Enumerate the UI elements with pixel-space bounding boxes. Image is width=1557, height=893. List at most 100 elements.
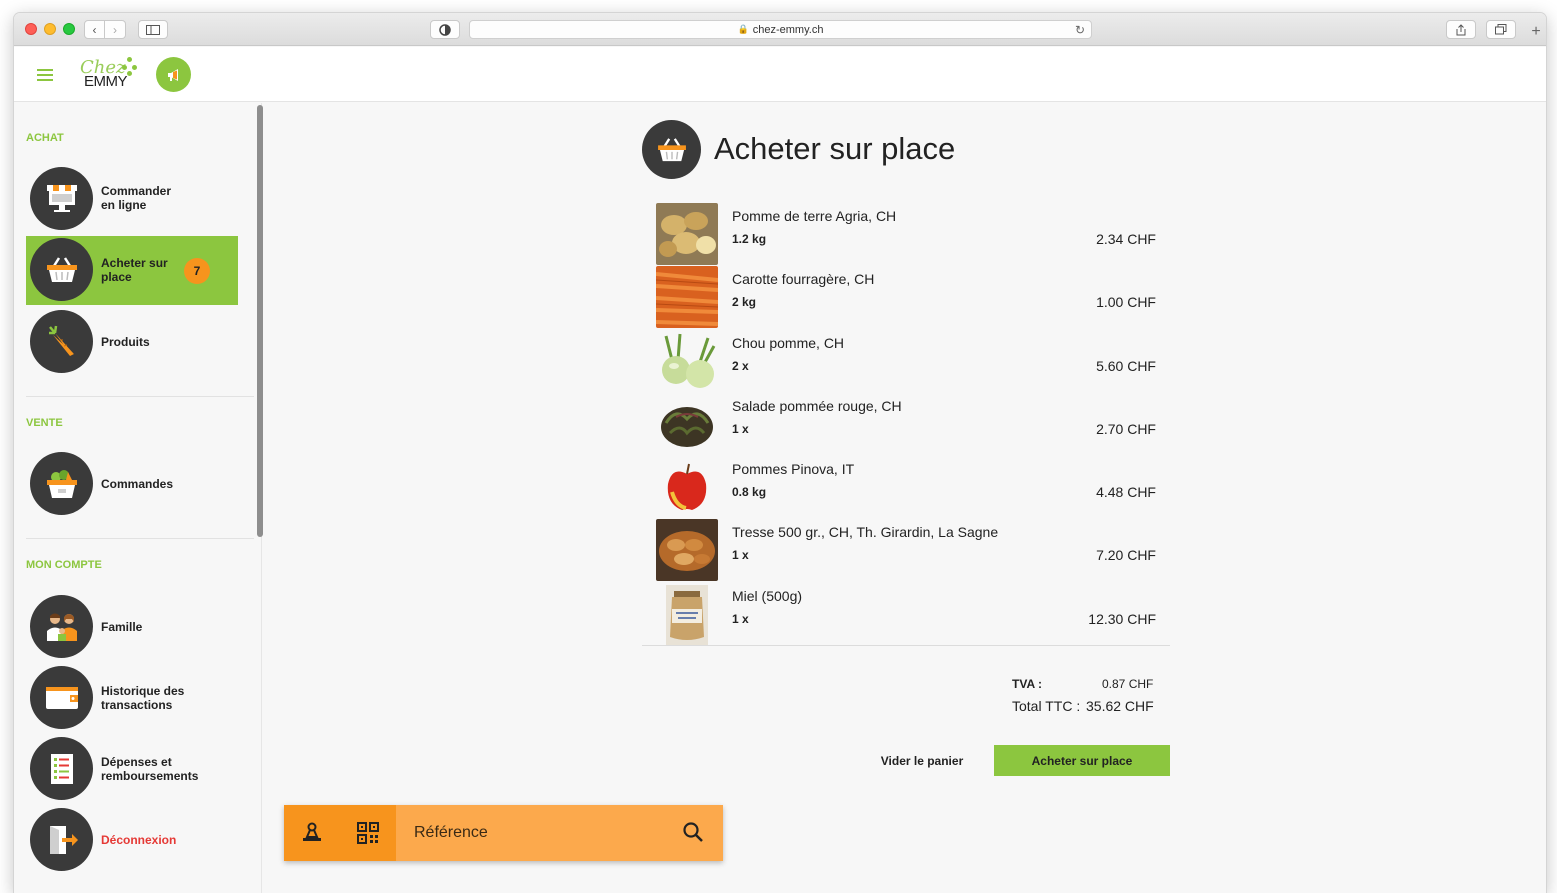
sidebar-scrollbar[interactable] — [257, 105, 263, 537]
tva-value: 0.87 CHF — [1102, 677, 1154, 691]
sidebar-label: transactions — [101, 698, 173, 712]
sidebar-item-depenses[interactable]: Dépenses et remboursements — [26, 735, 238, 804]
product-price: 5.60 CHF — [1096, 358, 1156, 374]
product-price: 2.70 CHF — [1096, 421, 1156, 437]
product-quantity: 2 x — [732, 359, 749, 373]
product-price: 2.34 CHF — [1096, 231, 1156, 247]
sidebar-item-produits[interactable]: Produits — [26, 308, 238, 377]
section-divider — [26, 538, 254, 539]
lettuce-image — [656, 393, 718, 455]
product-quantity: 2 kg — [732, 295, 757, 309]
sidebar-item-commander[interactable]: Commander en ligne — [26, 165, 238, 234]
product-name: Chou pomme, CH — [732, 335, 845, 351]
share-icon — [1456, 23, 1466, 35]
tabs-icon — [1495, 24, 1507, 35]
product-name: Miel (500g) — [732, 588, 803, 604]
product-quantity: 1.2 kg — [732, 232, 767, 246]
product-name: Carotte fourragère, CH — [732, 271, 875, 287]
product-quantity: 0.8 kg — [732, 485, 767, 499]
clear-cart-button[interactable]: Vider le panier — [872, 746, 972, 776]
share-button[interactable] — [1446, 20, 1476, 39]
reference-input[interactable] — [400, 813, 670, 853]
chevron-left-icon: ‹ — [92, 22, 97, 37]
product-name: Tresse 500 gr., CH, Th. Girardin, La Sag… — [732, 524, 999, 540]
address-bar[interactable]: 🔒 chez-emmy.ch ↻ — [469, 20, 1092, 39]
section-title-vente: VENTE — [26, 417, 63, 429]
cart-item[interactable]: Tresse 500 gr., CH, Th. Girardin, La Sag… — [642, 519, 1170, 582]
sidebar-toggle-button[interactable] — [138, 20, 168, 39]
reload-icon[interactable]: ↻ — [1075, 23, 1085, 37]
receipt-icon — [30, 737, 93, 800]
sidebar-label: Famille — [101, 620, 143, 634]
privacy-button[interactable] — [430, 20, 460, 39]
bread-image — [656, 519, 718, 581]
storefront-icon — [30, 167, 93, 230]
megaphone-icon — [167, 68, 178, 81]
product-quantity: 1 x — [732, 548, 749, 562]
privacy-shield-icon — [439, 23, 451, 36]
sidebar-item-deconnexion[interactable]: Déconnexion — [26, 806, 238, 875]
cart-item[interactable]: Pommes Pinova, IT 0.8 kg 4.48 CHF — [642, 456, 1170, 519]
announcement-button[interactable] — [156, 57, 191, 92]
product-quantity: 1 x — [732, 422, 749, 436]
potato-image — [656, 203, 718, 265]
cart-item[interactable]: Miel (500g) 1 x 12.30 CHF — [642, 583, 1170, 646]
sidebar-item-acheter-sur-place[interactable]: Acheter sur place 7 — [26, 236, 238, 305]
sidebar-item-historique[interactable]: Historique des transactions — [26, 664, 238, 733]
tabs-overview-button[interactable] — [1486, 20, 1516, 39]
section-divider — [26, 396, 254, 397]
new-tab-button[interactable]: + — [1526, 22, 1546, 41]
logo-emmy-text: EMMY — [84, 73, 128, 90]
sidebar-label: Produits — [101, 335, 150, 349]
section-title-achat: ACHAT — [26, 132, 64, 144]
product-quantity: 1 x — [732, 612, 749, 626]
scan-tools — [284, 805, 396, 861]
basket-icon — [642, 120, 701, 179]
family-icon — [30, 595, 93, 658]
back-button[interactable]: ‹ — [84, 20, 105, 39]
apple-image — [656, 456, 718, 518]
sidebar-item-commandes[interactable]: Commandes — [26, 450, 238, 519]
cart-item[interactable]: Salade pommée rouge, CH 1 x 2.70 CHF — [642, 393, 1170, 456]
total-label: Total TTC : — [1012, 698, 1081, 714]
sidebar-label: place — [101, 270, 132, 284]
section-title-compte: MON COMPTE — [26, 559, 102, 571]
carrot-icon — [30, 310, 93, 373]
menu-icon[interactable] — [37, 69, 53, 81]
product-name: Salade pommée rouge, CH — [732, 398, 902, 414]
vegetable-basket-icon — [30, 452, 93, 515]
plus-icon: + — [1531, 22, 1541, 40]
product-name: Pommes Pinova, IT — [732, 461, 855, 477]
cart-divider — [642, 645, 1170, 646]
cart-item[interactable]: Pomme de terre Agria, CH 1.2 kg 2.34 CHF — [642, 203, 1170, 266]
product-price: 4.48 CHF — [1096, 484, 1156, 500]
sidebar-label: Historique des — [101, 684, 185, 698]
sidebar-item-famille[interactable]: Famille — [26, 593, 238, 662]
kohlrabi-image — [656, 330, 718, 392]
scale-icon[interactable] — [300, 821, 324, 845]
total-value: 35.62 CHF — [1086, 698, 1154, 714]
buy-on-site-button[interactable]: Acheter sur place — [994, 745, 1170, 776]
browser-window: ‹ › 🔒 chez-emmy.ch ↻ + Chez EMMY ACHAT C… — [14, 13, 1546, 893]
sidebar-label: en ligne — [101, 198, 147, 212]
lock-icon: 🔒 — [737, 24, 749, 34]
minimize-window-button[interactable] — [44, 23, 56, 35]
tva-label: TVA : — [1012, 677, 1042, 691]
zoom-window-button[interactable] — [63, 23, 75, 35]
cart-item[interactable]: Carotte fourragère, CH 2 kg 1.00 CHF — [642, 266, 1170, 329]
logout-door-icon — [30, 808, 93, 871]
logo[interactable]: Chez EMMY — [80, 55, 140, 95]
qr-code-icon[interactable] — [356, 821, 380, 845]
cart-item[interactable]: Chou pomme, CH 2 x 5.60 CHF — [642, 330, 1170, 393]
cart-count-badge: 7 — [184, 258, 210, 284]
chevron-right-icon: › — [113, 22, 117, 37]
product-price: 1.00 CHF — [1096, 294, 1156, 310]
honey-jar-image — [656, 583, 718, 645]
search-icon[interactable] — [682, 821, 706, 845]
sidebar-label: Acheter sur — [101, 256, 168, 270]
product-name: Pomme de terre Agria, CH — [732, 208, 897, 224]
close-window-button[interactable] — [25, 23, 37, 35]
forward-button[interactable]: › — [105, 20, 126, 39]
product-price: 12.30 CHF — [1088, 611, 1156, 627]
sidebar: ACHAT Commander en ligne Acheter sur place… — [14, 103, 262, 893]
